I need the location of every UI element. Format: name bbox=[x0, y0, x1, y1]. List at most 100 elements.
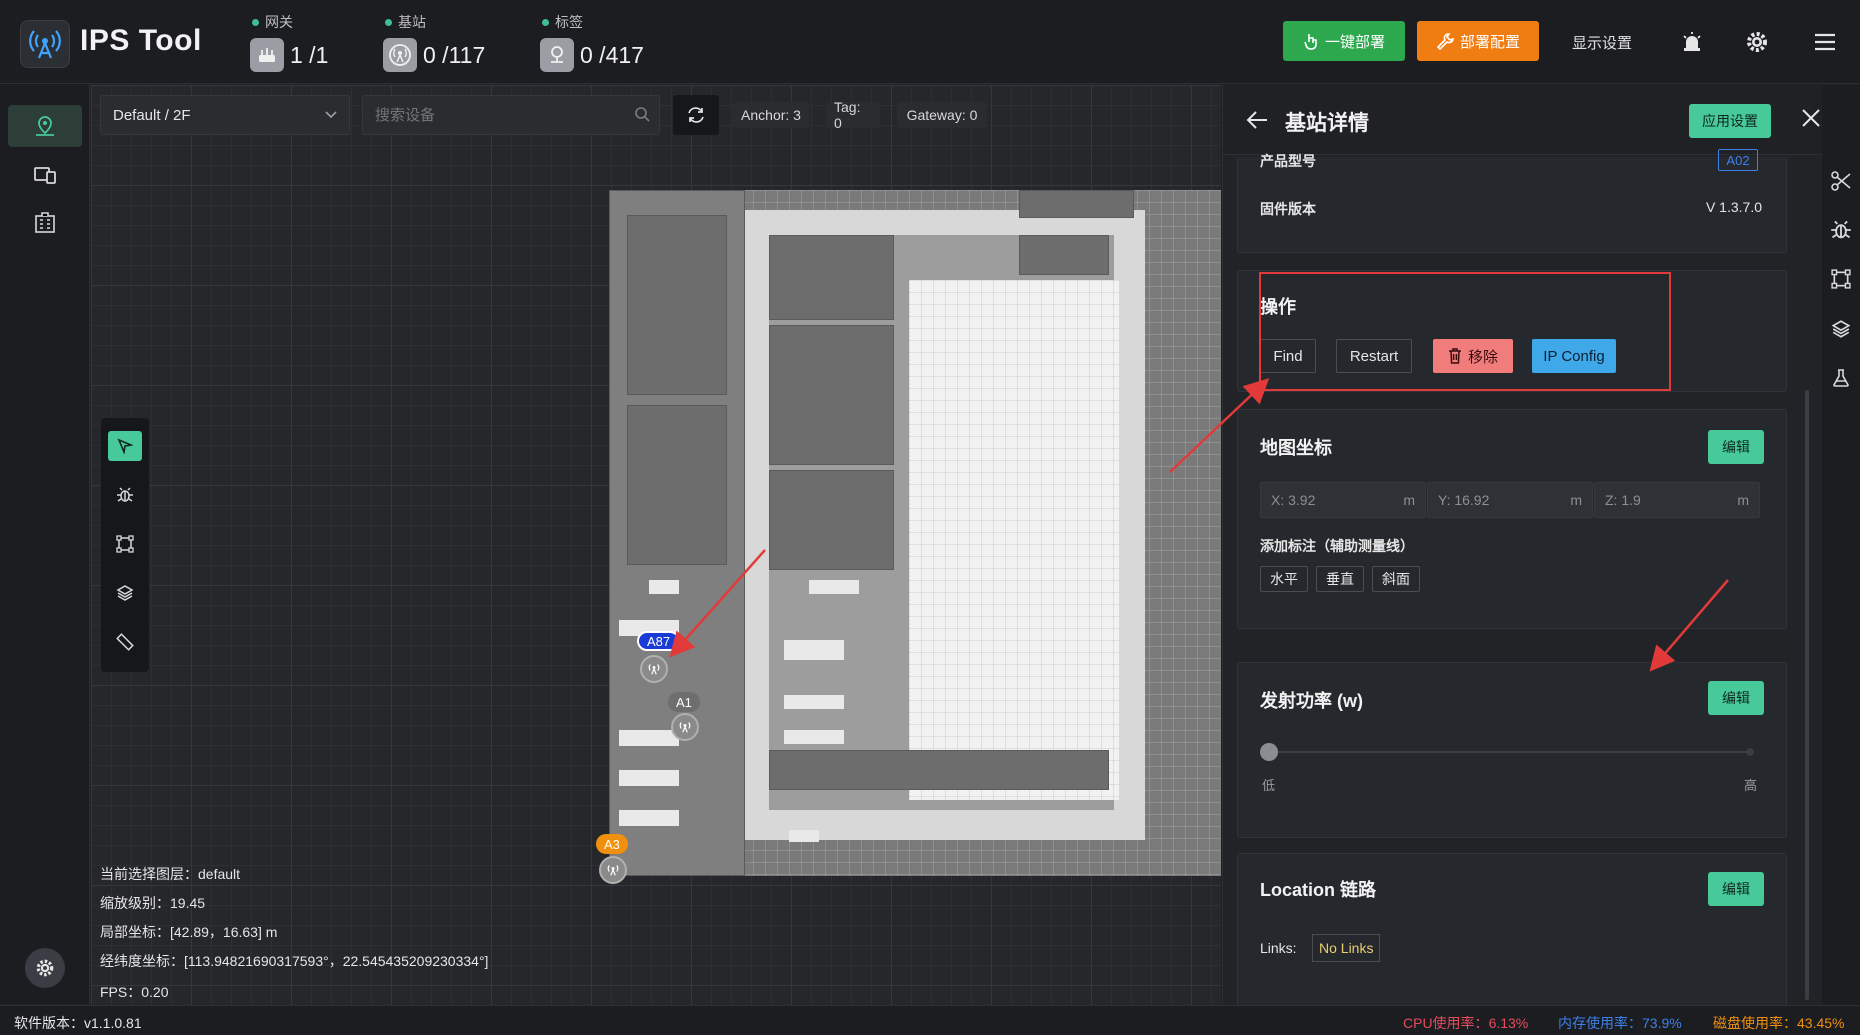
info-latlng: 经纬度坐标：[113.94821690317593°，22.5454352092… bbox=[100, 953, 489, 969]
model-label: 产品型号 bbox=[1260, 153, 1316, 169]
stat-anchor: 基站 0 /117 bbox=[383, 12, 485, 76]
hand-pointer-icon bbox=[1304, 34, 1317, 50]
coord-z-field[interactable]: Z: 1.9 m bbox=[1594, 482, 1760, 518]
power-title: 发射功率 (w) bbox=[1260, 691, 1363, 711]
back-arrow-icon[interactable] bbox=[1245, 109, 1269, 131]
tag-icon bbox=[540, 38, 574, 72]
alarm-icon[interactable] bbox=[1678, 28, 1706, 56]
edit-power-button[interactable]: 编辑 bbox=[1708, 681, 1764, 715]
disk-usage: 磁盘使用率：43.45% bbox=[1713, 1015, 1845, 1031]
power-slider-end bbox=[1746, 748, 1754, 756]
floor-select[interactable]: Default / 2F bbox=[100, 95, 350, 135]
info-local-coords: 局部坐标：[42.89，16.63] m bbox=[100, 924, 278, 940]
scissors-icon[interactable] bbox=[1829, 169, 1853, 193]
coord-y-field[interactable]: Y: 16.92 m bbox=[1427, 482, 1593, 518]
anchor-marker-icon[interactable] bbox=[640, 655, 668, 683]
aux-vertical-button[interactable]: 垂直 bbox=[1316, 566, 1364, 592]
edit-location-button[interactable]: 编辑 bbox=[1708, 872, 1764, 906]
marker-label-a3[interactable]: A3 bbox=[596, 834, 628, 854]
panel-title: 基站详情 bbox=[1285, 112, 1369, 135]
location-title: Location 链路 bbox=[1260, 880, 1376, 900]
status-dot bbox=[542, 18, 549, 26]
device-search-input[interactable] bbox=[362, 95, 660, 135]
links-value: No Links bbox=[1312, 934, 1381, 962]
power-card: 发射功率 (w) 编辑 低 高 bbox=[1237, 662, 1787, 838]
location-card: Location 链路 编辑 Links: No Links bbox=[1237, 853, 1787, 1005]
stat-tag: 标签 0 /417 bbox=[540, 12, 644, 76]
nav-devices-icon[interactable] bbox=[8, 154, 82, 196]
bug-icon[interactable] bbox=[1829, 218, 1853, 242]
map-tool-strip bbox=[101, 418, 149, 672]
flask-icon[interactable] bbox=[1829, 366, 1853, 390]
refresh-button[interactable] bbox=[673, 95, 719, 135]
display-settings-link[interactable]: 显示设置 bbox=[1572, 32, 1632, 53]
layers-icon[interactable] bbox=[1829, 317, 1853, 341]
floor-select-value: Default / 2F bbox=[113, 106, 191, 124]
info-current-layer: 当前选择图层：default bbox=[100, 866, 241, 882]
apply-settings-button[interactable]: 应用设置 bbox=[1689, 104, 1771, 138]
right-tool-rail bbox=[1822, 85, 1860, 1005]
map-coords-title: 地图坐标 bbox=[1260, 438, 1332, 458]
aux-slope-button[interactable]: 斜面 bbox=[1372, 566, 1420, 592]
deploy-config-button[interactable]: 部署配置 bbox=[1417, 21, 1539, 61]
coord-x-field[interactable]: X: 3.92 m bbox=[1260, 482, 1426, 518]
menu-icon[interactable] bbox=[1811, 28, 1839, 56]
deploy-label: 一键部署 bbox=[1324, 33, 1385, 51]
floor-plan-image bbox=[609, 190, 1221, 876]
panel-scrollbar[interactable] bbox=[1805, 390, 1809, 1000]
power-slider-track[interactable] bbox=[1268, 751, 1752, 753]
info-fps: FPS：0.20 bbox=[100, 984, 169, 1000]
status-bar: 软件版本：v1.1.0.81 CPU使用率：6.13% 内存使用率：73.9% … bbox=[0, 1005, 1860, 1035]
edit-coords-button[interactable]: 编辑 bbox=[1708, 430, 1764, 464]
firmware-label: 固件版本 bbox=[1260, 201, 1316, 217]
nav-bottom-gear-icon[interactable] bbox=[25, 948, 65, 988]
gateway-count-chip: Gateway: 0 bbox=[897, 102, 987, 128]
layers-icon[interactable] bbox=[108, 578, 142, 608]
stat-label: 网关 bbox=[265, 14, 293, 30]
map-canvas[interactable]: A87 A1 A3 bbox=[91, 85, 1221, 1005]
app-logo bbox=[20, 20, 70, 68]
select-cursor-icon[interactable] bbox=[108, 431, 142, 461]
power-slider-handle[interactable] bbox=[1260, 743, 1278, 761]
stat-value: 0 /417 bbox=[580, 41, 644, 68]
region-select-icon[interactable] bbox=[1829, 267, 1853, 291]
panel-header: 基站详情 应用设置 bbox=[1223, 85, 1822, 155]
one-click-deploy-button[interactable]: 一键部署 bbox=[1283, 21, 1405, 61]
bug-icon[interactable] bbox=[108, 480, 142, 510]
app-window: IPS Tool 网关 1 /1 基站 0 /117 标签 0 /417 一键部… bbox=[0, 0, 1860, 1035]
wrench-icon bbox=[1436, 33, 1454, 50]
antenna-logo-icon bbox=[29, 30, 61, 59]
anchor-marker-icon[interactable] bbox=[671, 713, 699, 741]
gateway-icon bbox=[250, 38, 284, 72]
anchor-marker-icon[interactable] bbox=[599, 856, 627, 884]
close-icon[interactable] bbox=[1801, 108, 1821, 128]
marker-label-a87[interactable]: A87 bbox=[637, 631, 681, 651]
status-dot bbox=[385, 18, 392, 26]
cpu-usage: CPU使用率：6.13% bbox=[1403, 1015, 1529, 1031]
aux-line-label: 添加标注（辅助测量线） bbox=[1260, 538, 1414, 554]
info-zoom-level: 缩放级别：19.45 bbox=[100, 895, 206, 911]
firmware-value: V 1.3.7.0 bbox=[1705, 199, 1762, 215]
top-header: IPS Tool 网关 1 /1 基站 0 /117 标签 0 /417 一键部… bbox=[0, 0, 1860, 84]
stat-label: 基站 bbox=[398, 14, 426, 30]
chevron-down-icon bbox=[325, 111, 337, 119]
stat-label: 标签 bbox=[555, 14, 583, 30]
region-select-icon[interactable] bbox=[108, 529, 142, 559]
annotation-highlight-box bbox=[1259, 272, 1671, 391]
anchor-detail-panel: 基站详情 应用设置 产品型号 A02 固件版本 V 1.3.7.0 操作 Fin… bbox=[1222, 85, 1822, 1005]
left-navigation bbox=[0, 84, 90, 1004]
map-coords-card: 地图坐标 编辑 X: 3.92 m Y: 16.92 m Z: 1.9 m 添加标注（… bbox=[1237, 409, 1787, 629]
settings-gear-icon[interactable] bbox=[1743, 28, 1771, 56]
aux-horizontal-button[interactable]: 水平 bbox=[1260, 566, 1308, 592]
marker-label-a1[interactable]: A1 bbox=[668, 692, 700, 712]
memory-usage: 内存使用率：73.9% bbox=[1558, 1015, 1682, 1031]
nav-building-icon[interactable] bbox=[8, 202, 82, 244]
config-label: 部署配置 bbox=[1459, 33, 1520, 51]
app-title: IPS Tool bbox=[80, 24, 202, 57]
ruler-icon[interactable] bbox=[108, 627, 142, 657]
stat-value: 1 /1 bbox=[290, 41, 329, 68]
nav-map-pin-icon[interactable] bbox=[8, 105, 82, 147]
refresh-icon bbox=[688, 107, 704, 123]
stat-value: 0 /117 bbox=[423, 41, 486, 68]
tag-count-chip: Tag: 0 bbox=[826, 99, 880, 131]
